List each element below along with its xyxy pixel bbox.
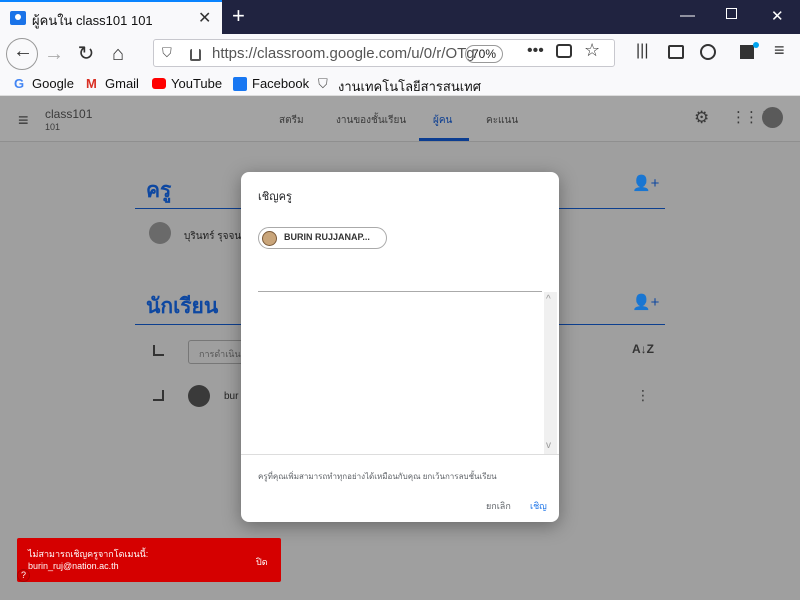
avatar[interactable] bbox=[762, 107, 783, 128]
minimize-button[interactable]: — bbox=[680, 7, 695, 24]
library-icon[interactable]: ||| bbox=[636, 42, 648, 60]
facebook-icon bbox=[233, 77, 247, 91]
pocket-icon[interactable] bbox=[556, 44, 572, 58]
sort-az-icon[interactable]: A↓Z bbox=[632, 342, 654, 356]
invite-input-underline[interactable] bbox=[258, 291, 542, 292]
page-actions-icon[interactable]: ••• bbox=[527, 42, 544, 60]
help-icon[interactable]: ? bbox=[17, 569, 30, 582]
shield-icon: ⛉ bbox=[318, 76, 328, 91]
invitee-name: BURIN RUJJANAP... bbox=[284, 232, 370, 242]
students-heading: นักเรียน bbox=[146, 295, 219, 318]
cancel-button[interactable]: ยกเลิก bbox=[486, 499, 511, 513]
toast-message-line1: ไม่สามารถเชิญครูจากโดเมนนี้: bbox=[28, 549, 149, 559]
home-button[interactable]: ⌂ bbox=[104, 41, 132, 69]
zoom-indicator[interactable]: 70% bbox=[465, 45, 503, 63]
scroll-down-icon[interactable]: v bbox=[546, 440, 551, 451]
google-icon: G bbox=[14, 76, 25, 91]
new-tab-button[interactable]: + bbox=[232, 3, 245, 29]
notification-dot-icon bbox=[753, 42, 759, 48]
bookmark-facebook[interactable]: Facebook bbox=[252, 76, 309, 91]
avatar bbox=[188, 385, 210, 407]
dialog-divider bbox=[241, 454, 559, 455]
forward-button[interactable]: → bbox=[40, 41, 68, 69]
active-tab-indicator bbox=[419, 138, 469, 141]
student-name: bur bbox=[224, 391, 239, 402]
url-text[interactable]: https://classroom.google.com/u/0/r/OTg bbox=[212, 45, 475, 62]
class-section: 101 bbox=[45, 122, 61, 132]
actions-placeholder: การดำเนิน bbox=[199, 349, 241, 359]
close-window-button[interactable]: ✕ bbox=[771, 7, 784, 25]
shield-icon[interactable]: ⛉ bbox=[162, 45, 172, 61]
restore-button[interactable] bbox=[726, 8, 737, 19]
tab-title: ผู้คนใน class101 101 bbox=[32, 13, 153, 28]
bookmark-it-department[interactable]: งานเทคโนโลยีสารสนเทศ bbox=[338, 76, 481, 97]
more-options-icon[interactable]: ⋮ bbox=[636, 387, 650, 404]
dialog-note: ครูที่คุณเพิ่มสามารถทำทุกอย่างได้เหมือนก… bbox=[258, 472, 497, 481]
toast-message-line2: burin_ruj@nation.ac.th bbox=[28, 561, 119, 571]
invite-button[interactable]: เชิญ bbox=[530, 499, 547, 513]
browser-tab-active[interactable]: ผู้คนใน class101 101 ✕ bbox=[0, 0, 222, 34]
youtube-icon bbox=[152, 78, 166, 89]
arrow-left-icon: ← bbox=[13, 40, 33, 62]
classroom-favicon-icon bbox=[10, 11, 26, 25]
invitee-chip[interactable]: BURIN RUJJANAP... bbox=[258, 227, 387, 249]
suggestion-scrollbar[interactable] bbox=[544, 292, 557, 454]
back-button[interactable]: ← bbox=[6, 38, 38, 70]
bookmark-gmail[interactable]: Gmail bbox=[105, 76, 139, 91]
bookmark-youtube[interactable]: YouTube bbox=[171, 76, 222, 91]
tab-classwork[interactable]: งานของชั้นเรียน bbox=[336, 113, 406, 128]
invite-teacher-icon[interactable]: 👤+ bbox=[632, 174, 659, 192]
tab-stream[interactable]: สตรีม bbox=[279, 113, 304, 128]
teachers-heading: ครู bbox=[146, 179, 172, 202]
lock-icon[interactable] bbox=[190, 49, 201, 61]
select-all-checkbox[interactable] bbox=[153, 345, 164, 356]
tab-people[interactable]: ผู้คน bbox=[433, 113, 452, 128]
extensions-icon[interactable] bbox=[740, 45, 754, 59]
bookmark-star-icon[interactable]: ☆ bbox=[584, 40, 600, 61]
tab-close-icon[interactable]: ✕ bbox=[198, 8, 211, 28]
dialog-title: เชิญครู bbox=[258, 191, 292, 203]
student-checkbox[interactable] bbox=[153, 390, 164, 401]
menu-icon[interactable]: ≡ bbox=[774, 40, 785, 61]
main-menu-icon[interactable]: ≡ bbox=[18, 110, 29, 131]
account-icon[interactable] bbox=[700, 44, 716, 60]
bookmark-google[interactable]: Google bbox=[32, 76, 74, 91]
tab-grades[interactable]: คะแนน bbox=[486, 113, 518, 128]
scroll-up-icon[interactable]: ^ bbox=[546, 294, 551, 305]
sidebar-icon[interactable] bbox=[668, 45, 684, 59]
gmail-icon: M bbox=[86, 76, 97, 91]
reload-button[interactable]: ↻ bbox=[72, 41, 100, 69]
avatar bbox=[262, 231, 277, 246]
class-name[interactable]: class101 bbox=[45, 107, 92, 121]
toast-close-button[interactable]: ปิด bbox=[256, 555, 268, 569]
invite-student-icon[interactable]: 👤+ bbox=[632, 293, 659, 311]
avatar bbox=[149, 222, 171, 244]
settings-gear-icon[interactable]: ⚙ bbox=[694, 108, 709, 128]
